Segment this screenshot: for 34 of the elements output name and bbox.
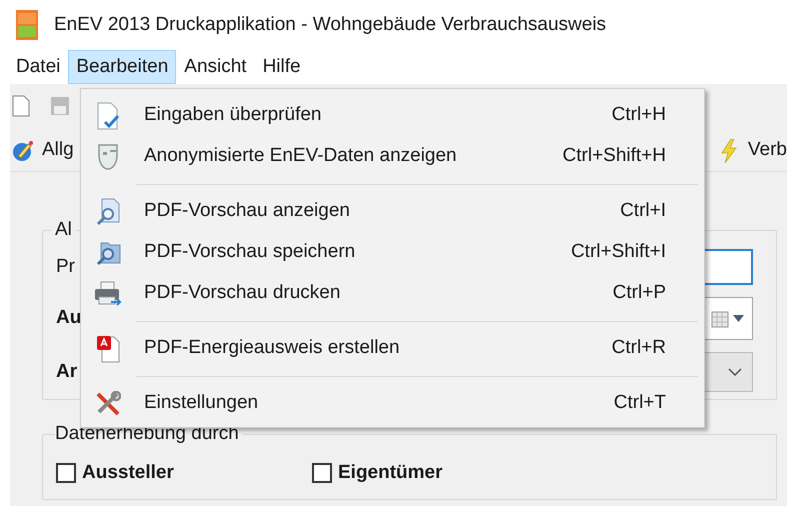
new-document-icon[interactable] xyxy=(12,95,30,117)
checkbox-label: Eigentümer xyxy=(338,460,443,484)
menu-bar-item[interactable]: Bearbeiten xyxy=(68,50,176,84)
menu-item[interactable]: Eingaben überprüfen Ctrl+H xyxy=(81,95,704,136)
field-label: Ar xyxy=(56,360,78,384)
menu-bar-item[interactable]: Datei xyxy=(8,50,68,84)
mask-icon xyxy=(96,142,120,170)
tab[interactable]: Allg xyxy=(10,130,74,171)
checkbox[interactable] xyxy=(56,462,76,483)
checkbox[interactable] xyxy=(312,462,332,483)
menu-item[interactable]: PDF-Vorschau anzeigen Ctrl+I xyxy=(81,191,704,232)
menu-bar-item[interactable]: Hilfe xyxy=(254,50,309,84)
field-label: Au xyxy=(56,306,82,330)
app-logo-icon xyxy=(16,10,38,40)
tools-icon xyxy=(94,390,120,416)
caret-icon xyxy=(733,315,744,322)
menu-item[interactable]: Anonymisierte EnEV-Daten anzeigen Ctrl+Shift+H xyxy=(81,136,704,177)
menu-item[interactable]: PDF-Vorschau speichern Ctrl+Shift+I xyxy=(81,232,704,273)
checkbox-label: Aussteller xyxy=(82,460,174,484)
field-label: Pr xyxy=(56,254,75,279)
pdf-document-icon xyxy=(96,334,120,362)
chevron-down-icon xyxy=(728,368,742,376)
printer-icon xyxy=(94,280,122,306)
lightning-icon xyxy=(720,138,738,162)
menu-item[interactable]: Einstellungen Ctrl+T xyxy=(81,383,704,424)
tab[interactable]: Verb xyxy=(720,130,787,171)
edit-globe-icon xyxy=(12,140,34,162)
menu-item[interactable]: PDF-Vorschau drucken Ctrl+P xyxy=(81,273,704,314)
calendar-icon xyxy=(711,310,729,328)
document-magnifier-icon xyxy=(96,198,120,226)
menu-bar-item[interactable]: Ansicht xyxy=(176,50,255,84)
menu-item[interactable]: PDF-Energieausweis erstellen Ctrl+R xyxy=(81,328,704,369)
document-check-icon xyxy=(96,102,120,130)
window-title: EnEV 2013 Druckapplikation - Wohngebäude Verbrauchsausweis xyxy=(54,12,606,37)
